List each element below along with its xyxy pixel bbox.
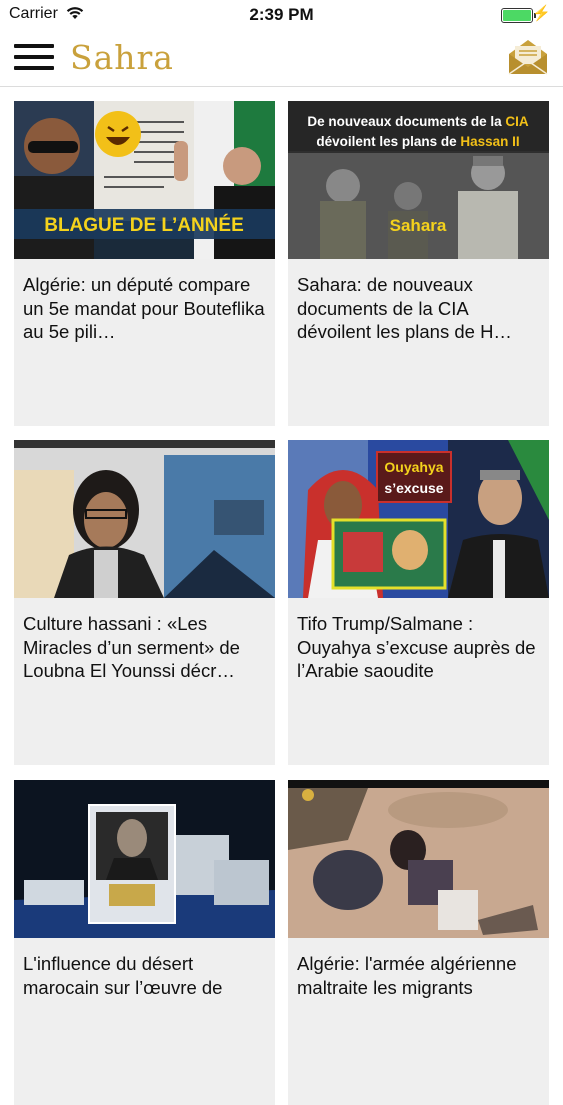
article-card[interactable]: De nouveaux documents de la CIA dévoilen… — [288, 101, 549, 426]
svg-text:De nouveaux documents de la CI: De nouveaux documents de la CIA — [307, 114, 529, 129]
article-title: Sahara: de nouveaux documents de la CIA … — [297, 274, 512, 342]
article-card[interactable]: Ouyahya s’excuse Tifo Trump/Salmane : Ou… — [288, 440, 549, 765]
svg-text:dévoilent les plans de Hassan: dévoilent les plans de Hassan II — [316, 134, 519, 149]
article-thumbnail: Ouyahya s’excuse — [288, 440, 549, 598]
article-title: Culture hassani : «Les Miracles d’un ser… — [23, 613, 240, 681]
article-thumbnail — [14, 440, 275, 598]
article-card[interactable]: L'influence du désert marocain sur l’œuv… — [14, 780, 275, 1105]
app-logo: Sahra — [70, 38, 174, 77]
article-card[interactable]: Algérie: l'armée algérienne maltraite le… — [288, 780, 549, 1105]
svg-text:Ouyahya: Ouyahya — [384, 459, 443, 475]
article-title: Tifo Trump/Salmane : Ouyahya s’excuse au… — [297, 613, 536, 681]
clock: 2:39 PM — [249, 5, 314, 24]
article-thumbnail: De nouveaux documents de la CIA dévoilen… — [288, 101, 549, 259]
status-bar: Carrier 2:39 PM ⚡ — [0, 0, 563, 30]
article-thumbnail — [14, 780, 275, 938]
nav-bar: Sahra — [0, 30, 563, 87]
article-thumbnail — [288, 780, 549, 938]
article-card[interactable]: Culture hassani : «Les Miracles d’un ser… — [14, 440, 275, 765]
svg-text:s’excuse: s’excuse — [384, 480, 443, 496]
thumbnail-caption: Sahara — [390, 216, 447, 235]
hamburger-icon[interactable] — [14, 42, 56, 74]
envelope-icon[interactable] — [507, 36, 549, 78]
article-thumbnail: BLAGUE DE L’ANNÉE — [14, 101, 275, 259]
article-title: Algérie: l'armée algérienne maltraite le… — [297, 953, 517, 998]
thumbnail-caption: BLAGUE DE L’ANNÉE — [44, 214, 244, 236]
article-title: L'influence du désert marocain sur l’œuv… — [23, 953, 223, 998]
battery-icon — [501, 8, 536, 23]
article-card[interactable]: BLAGUE DE L’ANNÉE Algérie: un député com… — [14, 101, 275, 426]
article-title: Algérie: un député compare un 5e mandat … — [23, 274, 265, 342]
charging-icon: ⚡ — [532, 5, 551, 22]
